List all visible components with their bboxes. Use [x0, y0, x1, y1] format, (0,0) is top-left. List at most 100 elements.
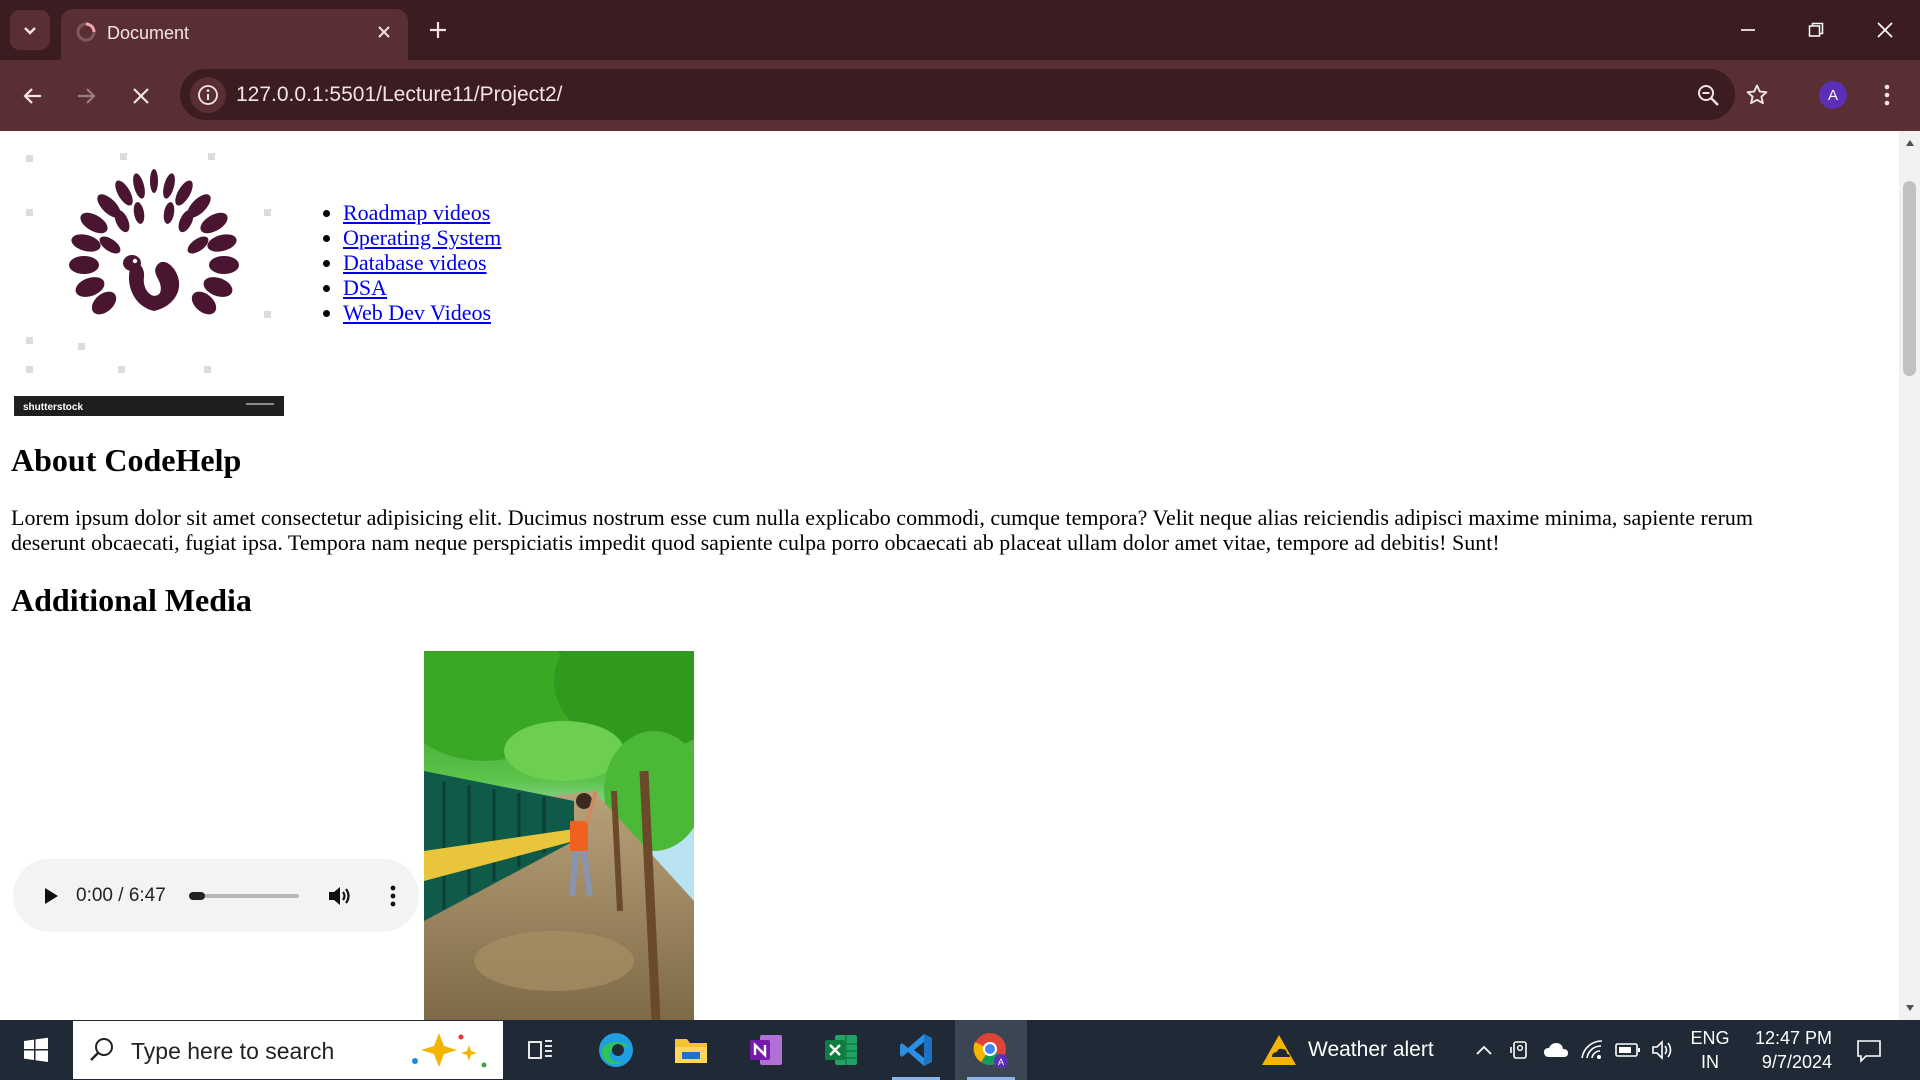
onenote-icon	[750, 1035, 782, 1065]
excel-icon	[825, 1035, 857, 1065]
list-item: Operating System	[343, 225, 501, 250]
scroll-thumb[interactable]	[1903, 181, 1916, 376]
nav-link-database-videos[interactable]: Database videos	[343, 250, 487, 275]
clock-date: 9/7/2024	[1761, 1052, 1832, 1072]
notification-center-button[interactable]	[1852, 1034, 1886, 1068]
back-button[interactable]	[13, 76, 53, 116]
volume-icon	[1652, 1040, 1672, 1060]
plus-icon	[430, 22, 446, 38]
audio-time: 0:00 / 6:47	[76, 885, 166, 906]
tab-close-button[interactable]	[370, 18, 398, 46]
site-info-button[interactable]	[190, 77, 226, 113]
edge-icon	[599, 1033, 633, 1067]
star-icon	[1746, 84, 1768, 105]
scroll-down-button[interactable]	[1899, 996, 1920, 1020]
bookmark-button[interactable]	[1742, 80, 1772, 110]
kebab-menu-icon	[1884, 84, 1890, 106]
nav-link-operating-system[interactable]: Operating System	[343, 225, 501, 250]
tray-volume[interactable]	[1649, 1035, 1679, 1065]
url-text[interactable]: 127.0.0.1:5501/Lecture11/Project2/	[236, 82, 563, 108]
tray-network[interactable]	[1577, 1035, 1607, 1065]
wifi-icon	[1581, 1040, 1603, 1059]
cloud-icon	[1544, 1043, 1568, 1057]
kebab-menu-icon	[390, 885, 396, 907]
loading-spinner-icon	[76, 22, 96, 42]
stop-loading-button[interactable]	[121, 76, 161, 116]
nav-list: Roadmap videos Operating System Database…	[343, 200, 501, 325]
nav-link-dsa[interactable]: DSA	[343, 275, 387, 300]
about-heading: About CodeHelp	[11, 442, 242, 478]
info-icon	[198, 85, 218, 105]
triangle-up-icon	[1905, 140, 1914, 146]
triangle-down-icon	[1905, 1005, 1914, 1011]
tab-document[interactable]: Document	[61, 9, 408, 60]
search-placeholder: Type here to search	[131, 1038, 335, 1064]
list-item: Database videos	[343, 250, 501, 275]
battery-icon	[1615, 1043, 1640, 1057]
meet-icon	[1510, 1041, 1527, 1059]
taskbar-vscode[interactable]	[880, 1020, 952, 1080]
taskbar-task-view[interactable]	[505, 1020, 577, 1080]
volume-icon	[329, 887, 350, 905]
notification-icon	[1857, 1040, 1881, 1063]
tab-strip: Document	[0, 0, 1920, 60]
vscode-icon	[900, 1034, 932, 1066]
new-tab-button[interactable]	[421, 13, 455, 47]
show-hidden-icons-button[interactable]	[1469, 1035, 1499, 1065]
audio-volume-button[interactable]	[325, 881, 355, 911]
about-paragraph: Lorem ipsum dolor sit amet consectetur a…	[11, 505, 1754, 555]
park-photo	[424, 651, 694, 1020]
browser-menu-button[interactable]	[1870, 78, 1904, 112]
browser-toolbar: 127.0.0.1:5501/Lecture11/Project2/ A	[0, 60, 1920, 131]
taskbar-edge[interactable]	[580, 1020, 652, 1080]
audio-player[interactable]: 0:00 / 6:47	[13, 859, 419, 932]
clock-time: 12:47 PM	[1754, 1028, 1832, 1048]
start-button[interactable]	[0, 1020, 72, 1080]
tray-battery[interactable]	[1613, 1035, 1643, 1065]
audio-more-options-button[interactable]	[383, 881, 403, 911]
close-window-button[interactable]	[1857, 8, 1913, 52]
play-icon	[45, 888, 58, 904]
list-item: DSA	[343, 275, 501, 300]
minimize-icon	[1741, 29, 1755, 31]
media-heading: Additional Media	[11, 582, 252, 618]
audio-seek-thumb[interactable]	[189, 892, 205, 900]
taskbar-search-box[interactable]: Type here to search	[73, 1021, 503, 1079]
arrow-left-icon	[23, 88, 41, 104]
restore-button[interactable]	[1788, 8, 1844, 52]
scroll-up-button[interactable]	[1899, 131, 1920, 155]
language-code: ENG	[1690, 1028, 1730, 1048]
tray-meet-now[interactable]	[1505, 1035, 1535, 1065]
weather-widget[interactable]: Weather alert	[1260, 1032, 1434, 1068]
taskbar-file-explorer[interactable]	[655, 1020, 727, 1080]
tray-onedrive[interactable]	[1541, 1035, 1571, 1065]
forward-button[interactable]	[66, 76, 106, 116]
close-icon	[378, 26, 390, 38]
address-bar[interactable]: 127.0.0.1:5501/Lecture11/Project2/	[180, 69, 1768, 120]
minimize-button[interactable]	[1720, 8, 1776, 52]
taskbar-excel[interactable]	[805, 1020, 877, 1080]
task-view-icon	[528, 1040, 552, 1059]
language-region: IN	[1701, 1052, 1719, 1072]
svg-text:A: A	[998, 1057, 1004, 1067]
taskbar-onenote[interactable]	[730, 1020, 802, 1080]
restore-icon	[1808, 22, 1824, 37]
tab-search-button[interactable]	[10, 10, 50, 50]
tab-title: Document	[107, 23, 190, 43]
audio-seek-bar[interactable]	[189, 894, 299, 898]
chevron-up-icon	[1476, 1045, 1492, 1055]
sparkle-icon	[412, 1033, 487, 1068]
system-clock[interactable]: 12:47 PM 9/7/2024	[1744, 1026, 1832, 1074]
chrome-icon: A	[973, 1033, 1008, 1068]
profile-avatar[interactable]: A	[1819, 81, 1847, 109]
windows-logo-icon	[24, 1037, 48, 1062]
nav-link-roadmap-videos[interactable]: Roadmap videos	[343, 200, 490, 225]
folder-icon	[675, 1039, 707, 1063]
page-scrollbar[interactable]	[1899, 131, 1920, 1020]
input-language-indicator[interactable]: ENG IN	[1688, 1026, 1732, 1074]
weather-text: Weather alert	[1308, 1038, 1434, 1061]
zoom-button[interactable]	[1693, 80, 1723, 110]
nav-link-web-dev-videos[interactable]: Web Dev Videos	[343, 300, 491, 325]
taskbar-chrome[interactable]: A	[955, 1020, 1027, 1080]
audio-play-button[interactable]	[37, 882, 65, 910]
